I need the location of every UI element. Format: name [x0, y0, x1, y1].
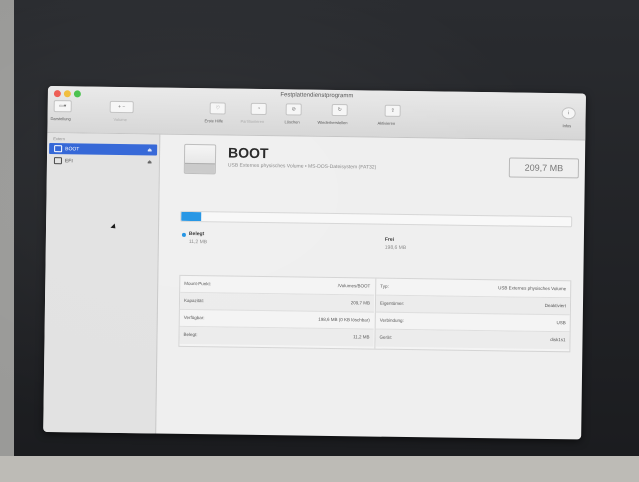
stethoscope-icon: ♡	[215, 105, 220, 112]
first-aid-label: Erste Hilfe	[204, 118, 224, 124]
volume-label: Volume	[113, 116, 127, 123]
capacity-badge: 209,7 MB	[508, 157, 580, 179]
free-label: Frei	[384, 236, 395, 243]
sidebar-section-external: Extern	[53, 136, 65, 142]
partition-icon: ◔	[257, 105, 261, 112]
volume-icon	[54, 145, 63, 153]
info-key: Verfügbar:	[183, 314, 205, 321]
volume-detail-pane: BOOT USB Externes physisches Volume • MS…	[156, 135, 585, 440]
room-background	[0, 0, 14, 482]
drive-icon	[183, 143, 217, 175]
eject-icon[interactable]: ⏏	[147, 159, 152, 165]
view-label: Darstellung	[50, 116, 71, 122]
info-value: 11,2 MB	[353, 334, 370, 340]
mount-button[interactable]: ⇪	[384, 104, 401, 117]
usage-bar-used	[181, 211, 201, 222]
info-value: /Volumes/BOOT	[337, 283, 371, 289]
desk-surface	[0, 456, 639, 482]
info-key: Belegt:	[183, 331, 198, 338]
erase-button[interactable]: ⊘	[285, 103, 302, 116]
info-key: Eigentümer:	[379, 300, 405, 306]
sidebar-item-label: EFI	[64, 157, 73, 164]
info-key: Verbindung:	[379, 317, 404, 323]
mount-label: Aktivieren	[377, 120, 396, 126]
info-label: Infos	[562, 123, 572, 129]
info-icon: i	[568, 110, 570, 117]
info-key: Kapazität:	[183, 297, 205, 304]
restore-icon: ↻	[337, 107, 342, 114]
info-value: disk1s1	[550, 337, 566, 343]
volume-icon	[53, 157, 63, 165]
info-key: Typ:	[380, 283, 389, 289]
info-value: USB	[556, 320, 566, 326]
info-value: Deaktiviert	[544, 302, 567, 309]
view-button[interactable]: ▭▾	[53, 100, 72, 113]
info-key: Gerät:	[379, 334, 393, 340]
info-value: 209,7 MB	[350, 300, 371, 306]
partition-button[interactable]: ◔	[250, 102, 267, 116]
info-key: Mount-Punkt:	[184, 280, 212, 287]
erase-icon: ⊘	[291, 106, 296, 113]
used-legend-dot	[181, 232, 186, 237]
plus-minus-icon: + −	[118, 103, 126, 111]
first-aid-button[interactable]: ♡	[209, 102, 226, 115]
free-value: 198,6 MB	[384, 244, 407, 252]
partition-label: Partitionieren	[240, 118, 265, 125]
sidebar-icon: ▭▾	[59, 103, 67, 110]
sidebar-item-label: BOOT	[65, 145, 80, 152]
mount-icon: ⇪	[390, 107, 395, 114]
sidebar-item-boot[interactable]: BOOT ⏏	[49, 143, 158, 156]
info-value: 198,6 MB (0 KB löschbar)	[318, 316, 370, 323]
sidebar: Extern BOOT ⏏ EFI ⏏	[43, 132, 161, 434]
restore-label: Wiederherstellen	[317, 119, 348, 126]
volume-name: BOOT	[227, 144, 269, 162]
volume-info-table: Mount-Punkt: /Volumes/BOOT Kapazität: 20…	[178, 274, 572, 353]
info-value: USB Externes physisches Volume	[498, 285, 567, 292]
used-value: 11,2 MB	[188, 238, 208, 246]
restore-button[interactable]: ↻	[331, 103, 348, 117]
toolbar: Festplattendienstprogramm ▭▾ Darstellung…	[47, 86, 586, 141]
info-row-device: Gerät: disk1s1	[375, 329, 570, 350]
usage-bar	[180, 210, 573, 228]
info-row-used: Belegt: 11,2 MB	[179, 326, 374, 347]
volume-add-remove-button[interactable]: + −	[109, 100, 134, 114]
sidebar-item-efi[interactable]: EFI ⏏	[49, 155, 157, 168]
disk-utility-window: Festplattendienstprogramm ▭▾ Darstellung…	[43, 86, 586, 440]
info-button[interactable]: i	[561, 107, 576, 120]
eject-icon[interactable]: ⏏	[147, 147, 152, 153]
used-label: Belegt	[188, 230, 205, 238]
erase-label: Löschen	[284, 119, 300, 125]
volume-description: USB Externes physisches Volume • MS-DOS-…	[227, 162, 377, 171]
